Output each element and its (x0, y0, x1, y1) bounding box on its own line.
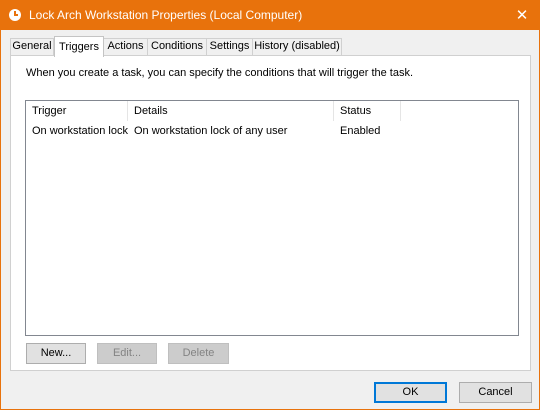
list-header: Trigger Details Status (26, 101, 518, 121)
new-trigger-button[interactable]: New... (26, 343, 86, 364)
status-cell: Enabled (340, 125, 381, 137)
details-cell: On workstation lock of any user (134, 125, 288, 137)
tab-triggers[interactable]: Triggers (54, 36, 104, 57)
triggers-panel: When you create a task, you can specify … (10, 55, 531, 371)
edit-trigger-button[interactable]: Edit... (97, 343, 157, 364)
trigger-cell: On workstation lock (32, 125, 128, 137)
table-row[interactable]: On workstation lock On workstation lock … (26, 122, 518, 140)
properties-dialog: Lock Arch Workstation Properties (Local … (0, 0, 540, 410)
title-bar[interactable]: Lock Arch Workstation Properties (Local … (1, 1, 539, 30)
tab-actions[interactable]: Actions (103, 38, 148, 55)
triggers-description: When you create a task, you can specify … (26, 67, 414, 79)
delete-trigger-button[interactable]: Delete (168, 343, 229, 364)
tab-history[interactable]: History (disabled) (252, 38, 342, 55)
window-title: Lock Arch Workstation Properties (Local … (29, 8, 303, 22)
task-scheduler-clock-icon (9, 9, 21, 21)
cancel-button[interactable]: Cancel (459, 382, 532, 403)
column-header-trigger[interactable]: Trigger (26, 101, 128, 121)
tab-conditions[interactable]: Conditions (147, 38, 207, 55)
tab-settings[interactable]: Settings (206, 38, 253, 55)
triggers-list[interactable]: Trigger Details Status On workstation lo… (25, 100, 519, 336)
close-icon[interactable]: ✕ (505, 1, 539, 30)
column-header-details[interactable]: Details (128, 101, 334, 121)
ok-button[interactable]: OK (374, 382, 447, 403)
tab-general[interactable]: General (10, 38, 54, 55)
column-header-status[interactable]: Status (334, 101, 401, 121)
